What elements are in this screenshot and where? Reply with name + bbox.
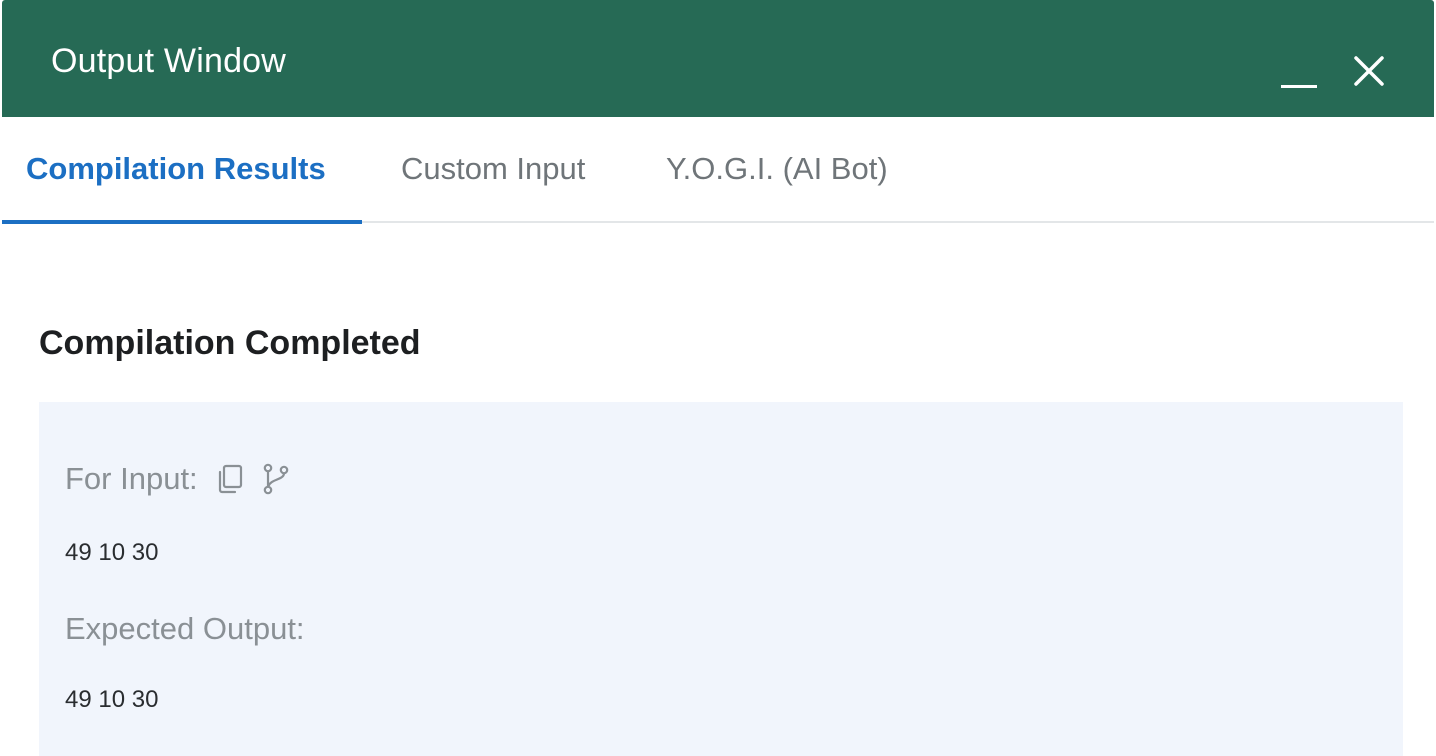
title-bar: Output Window	[2, 0, 1434, 117]
close-button[interactable]	[1347, 49, 1391, 93]
tab-custom-input[interactable]: Custom Input	[401, 147, 585, 191]
tab-compilation-results[interactable]: Compilation Results	[26, 147, 326, 191]
expected-output-label: Expected Output:	[65, 611, 305, 646]
output-window: Output Window Compilation Results Custom…	[0, 0, 1436, 756]
active-tab-indicator	[2, 220, 362, 224]
input-value: 49 10 30	[65, 539, 159, 566]
result-panel: For Input: 49 10 30 Expected Output: 49 …	[39, 402, 1403, 756]
minimize-button[interactable]	[1278, 58, 1322, 94]
window-title: Output Window	[51, 42, 287, 80]
minimize-icon	[1281, 85, 1317, 88]
input-label: For Input:	[65, 461, 198, 496]
expected-output-value: 49 10 30	[65, 686, 159, 713]
tab-yogi-ai-bot[interactable]: Y.O.G.I. (AI Bot)	[666, 147, 888, 191]
tab-bar: Compilation Results Custom Input Y.O.G.I…	[2, 117, 1434, 224]
branch-icon[interactable]	[259, 462, 293, 496]
input-actions	[213, 459, 305, 499]
result-heading: Compilation Completed	[39, 324, 421, 362]
close-icon	[1354, 56, 1384, 86]
copy-icon[interactable]	[213, 462, 247, 496]
